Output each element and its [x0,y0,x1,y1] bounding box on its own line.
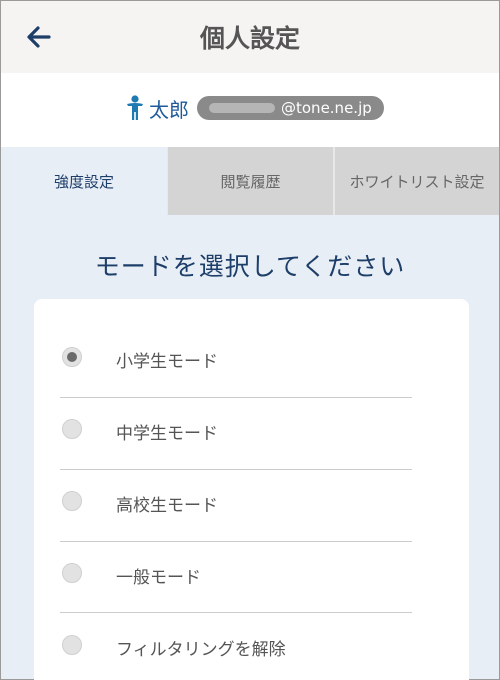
mode-option-label: 一般モード [116,568,201,588]
tab-bar: 強度設定 閲覧履歴 ホワイトリスト設定 [1,147,499,215]
divider [60,541,412,542]
divider [60,397,412,398]
tab-strength-settings[interactable]: 強度設定 [1,147,167,215]
mode-option-disable-filtering[interactable]: フィルタリングを解除 [60,615,412,680]
section-title: モードを選択してください [94,252,406,281]
radio-button[interactable] [62,635,82,655]
mode-option-elementary[interactable]: 小学生モード [60,327,412,399]
mode-option-junior-high[interactable]: 中学生モード [60,399,412,471]
radio-button[interactable] [62,419,82,439]
user-name: 太郎 [149,97,189,122]
mode-option-label: 中学生モード [116,424,218,444]
email-badge: @tone.ne.jp [197,96,384,120]
email-domain: @tone.ne.jp [281,99,372,117]
radio-button[interactable] [62,563,82,583]
mode-option-label: フィルタリングを解除 [116,640,286,660]
divider [60,612,412,613]
mode-options-card: 小学生モード 中学生モード 高校生モード 一般モード フィルタリングを解除 [34,299,469,680]
app-header: 個人設定 [1,1,499,73]
tab-browsing-history[interactable]: 閲覧履歴 [167,147,333,215]
mode-option-general[interactable]: 一般モード [60,543,412,615]
divider [60,469,412,470]
mode-option-label: 小学生モード [116,352,218,372]
page-title: 個人設定 [199,24,300,53]
tab-whitelist-settings[interactable]: ホワイトリスト設定 [333,147,499,215]
user-info: 太郎 @tone.ne.jp [125,93,384,123]
user-info-bar: 太郎 @tone.ne.jp [1,73,499,147]
mode-option-high-school[interactable]: 高校生モード [60,471,412,543]
radio-button[interactable] [62,491,82,511]
email-local-redacted [209,103,275,113]
radio-button-selected[interactable] [62,347,82,367]
person-icon [127,95,143,120]
mode-option-label: 高校生モード [116,496,218,516]
